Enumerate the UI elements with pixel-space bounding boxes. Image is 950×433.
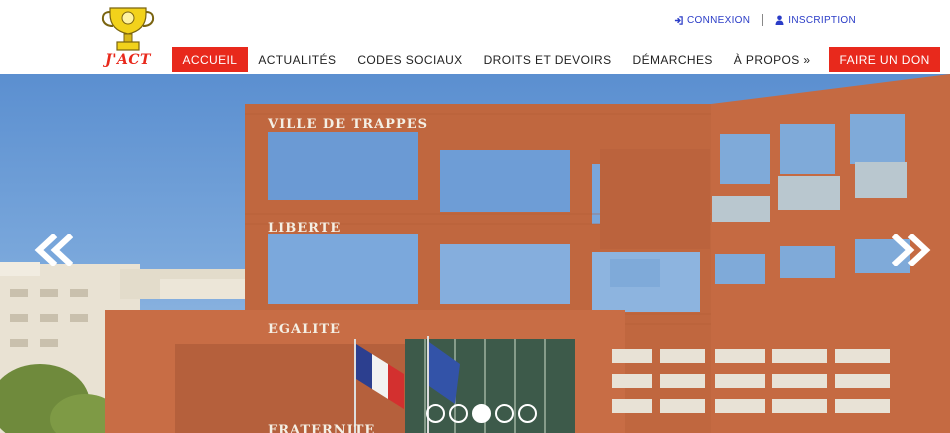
sign-in-icon [674,15,683,25]
slide-dot-5[interactable] [518,404,537,423]
next-slide-arrow-icon[interactable] [892,234,932,266]
register-label: INSCRIPTION [788,14,856,26]
slide-dot-1[interactable] [426,404,445,423]
slide-indicators [426,404,537,423]
nav-item-actualites[interactable]: ACTUALITÉS [248,47,347,72]
nav-item-a-propos[interactable]: À PROPOS » [723,47,821,72]
register-link[interactable]: INSCRIPTION [775,15,856,26]
donate-button[interactable]: FAIRE UN DON [829,47,941,72]
site-logo[interactable]: J'ACT [100,4,156,70]
sign-egalite: EGALITE [268,322,341,337]
sign-ville-de-trappes: VILLE DE TRAPPES [267,117,428,132]
nav-item-codes-sociaux[interactable]: CODES SOCIAUX [347,47,473,72]
main-nav: ACCUEIL ACTUALITÉS CODES SOCIAUX DROITS … [172,47,941,72]
user-icon [775,15,784,25]
nav-item-accueil[interactable]: ACCUEIL [172,47,248,72]
divider [762,14,764,26]
slide-dot-3[interactable] [472,404,491,423]
nav-item-demarches[interactable]: DÉMARCHES [622,47,723,72]
login-link[interactable]: CONNEXION [674,15,750,26]
trophy-icon [101,7,155,51]
slide-dot-2[interactable] [449,404,468,423]
slide-dot-4[interactable] [495,404,514,423]
sign-fraternite: FRATERNITE [268,423,375,433]
sign-liberte: LIBERTE [268,221,341,236]
login-label: CONNEXION [686,14,751,26]
hero-slider: VILLE DE TRAPPES LIBERTE EGALITE FRATERN… [0,74,950,433]
town-hall-photo: VILLE DE TRAPPES LIBERTE EGALITE FRATERN… [0,74,950,433]
logo-text: J'ACT [105,52,151,68]
prev-slide-arrow-icon[interactable] [33,234,73,266]
account-links: CONNEXION INSCRIPTION [674,13,856,27]
site-header: J'ACT CONNEXION INSCRIPTION ACCUEIL ACTU… [0,0,950,74]
nav-item-droits-et-devoirs[interactable]: DROITS ET DEVOIRS [473,47,622,72]
